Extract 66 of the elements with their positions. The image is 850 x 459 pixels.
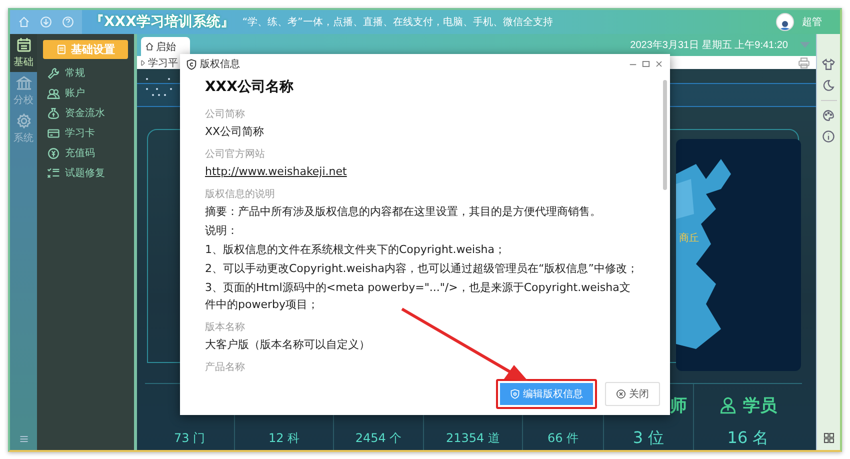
bank-icon: [16, 75, 32, 91]
shield-icon: [510, 389, 520, 399]
gear-icon: [16, 113, 32, 129]
menu-item[interactable]: 试题修复: [65, 166, 105, 180]
description-line: 说明：: [205, 223, 238, 239]
field-label: 公司官方网站: [205, 148, 265, 161]
field-label: 版本名称: [205, 320, 245, 334]
scrollbar[interactable]: [663, 80, 667, 190]
app-title: 『XXX学习培训系统』: [90, 13, 234, 31]
date-time: 2023年3月31日 星期五 上午9:41:20: [630, 38, 788, 52]
avatar[interactable]: [776, 13, 794, 31]
description-line: 3、页面的Html源码中的<meta powerby="..."/>，也是来源于Copyright.weisha文件中的powerby项目；: [205, 280, 632, 313]
shirt-icon[interactable]: [822, 58, 835, 71]
page-tab[interactable]: 启始: [141, 37, 190, 56]
money-bag-icon: [47, 106, 60, 120]
menu-item[interactable]: 常规: [65, 66, 85, 80]
rail-tab[interactable]: 基础: [10, 34, 37, 72]
dialog-title: 版权信息: [200, 58, 240, 71]
close-icon[interactable]: [654, 59, 664, 69]
card-icon: [47, 126, 60, 140]
description-line: 摘要：产品中所有涉及版权信息的内容都在这里设置，其目的是方便代理商销售。: [205, 204, 601, 220]
description-line: 1、版权信息的文件在系统根文件夹下的Copyright.weisha；: [205, 242, 506, 258]
info-icon[interactable]: [822, 130, 835, 143]
menu-item[interactable]: 资金流水: [65, 106, 105, 120]
stat-value: 2454 个: [355, 430, 402, 446]
document-icon: [56, 44, 67, 55]
printer-icon[interactable]: [798, 56, 810, 68]
home-icon: [145, 42, 154, 51]
field-value: 大客户版（版本名称可以自定义）: [205, 337, 370, 353]
palette-icon[interactable]: [822, 109, 835, 122]
stat-value: 12 科: [268, 430, 300, 446]
field-label: 产品名称: [205, 360, 245, 374]
menu-item[interactable]: 学习卡: [65, 126, 95, 140]
stat-value: 3 位: [632, 428, 664, 448]
stat-value: 66 件: [547, 430, 579, 446]
company-name: XXX公司名称: [205, 78, 294, 96]
calendar-icon: [16, 37, 32, 53]
stat-value: 73 门: [174, 430, 206, 446]
website-link[interactable]: http://www.weishakeji.net: [205, 165, 347, 178]
field-label: 公司简称: [205, 108, 245, 121]
stat-heading: 师: [670, 394, 687, 416]
person-icon: [719, 396, 737, 414]
field-value: XX公司简称: [205, 124, 264, 140]
description-line: 2、可以手动更改Copyright.weisha内容，也可以通过超级管理员在“版权信息”中修改；: [205, 261, 638, 277]
breadcrumb: 学习平: [148, 56, 178, 70]
close-circle-icon: [616, 389, 626, 399]
coin-icon: [47, 146, 60, 160]
close-button[interactable]: 关闭: [605, 382, 660, 406]
field-label: 版权信息的说明: [205, 188, 275, 201]
stat-heading: 学员: [743, 394, 777, 416]
moon-icon[interactable]: [822, 79, 835, 92]
slogan: “学、练、考”一体，点播、直播、在线支付，电脑、手机、微信全支持: [242, 16, 553, 29]
menu-item[interactable]: 账户: [65, 86, 85, 100]
checklist-icon: [47, 166, 60, 180]
stat-value: 21354 道: [446, 430, 500, 446]
dot-pattern-drawing: [145, 77, 175, 97]
menu-item[interactable]: 充值码: [65, 146, 95, 160]
maximize-icon[interactable]: [641, 59, 651, 69]
users-icon: [47, 86, 60, 100]
stat-value: 16 名: [727, 428, 769, 448]
map-label: 商丘: [679, 232, 699, 245]
menu-icon[interactable]: [18, 434, 28, 444]
chevron-icon: [140, 60, 146, 66]
wrench-icon: [47, 66, 60, 80]
grid-icon[interactable]: [822, 432, 834, 444]
copyright-shield-icon: [186, 58, 197, 70]
